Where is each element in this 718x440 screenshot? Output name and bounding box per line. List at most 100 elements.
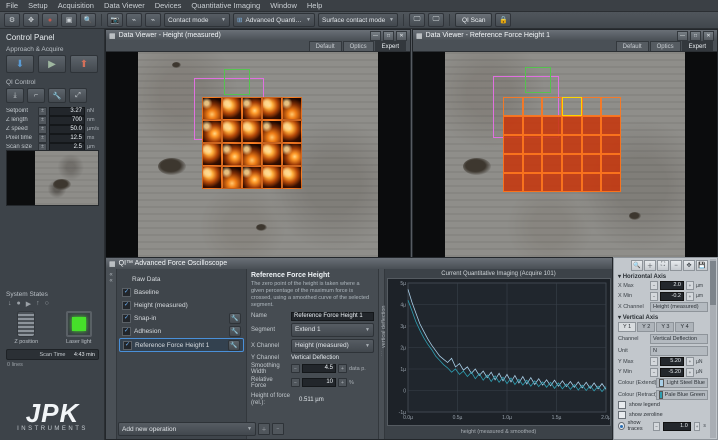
reference-tile[interactable] xyxy=(523,154,543,173)
reference-tile[interactable] xyxy=(582,154,602,173)
reference-tile[interactable] xyxy=(582,135,602,154)
channel-checkbox[interactable]: ✓ xyxy=(122,301,131,310)
menu-item-acquisition[interactable]: Acquisition xyxy=(58,1,94,10)
reference-region-outline[interactable] xyxy=(224,69,250,95)
increment-button[interactable]: + xyxy=(338,364,347,373)
reference-tile[interactable] xyxy=(542,116,562,135)
reference-tile[interactable] xyxy=(503,97,523,116)
viewer-titlebar[interactable]: ▦ Data Viewer - Height (measured) — □ ✕ xyxy=(106,30,410,41)
pan-icon[interactable]: ✥ xyxy=(683,260,695,271)
decrement-button[interactable]: − xyxy=(650,357,658,366)
y-max-input[interactable]: 5.20 xyxy=(660,357,684,366)
viewer-tab-expert[interactable]: Expert xyxy=(375,41,406,51)
relative-force-input[interactable]: 10 xyxy=(302,378,336,387)
unit-select[interactable]: N xyxy=(650,346,708,356)
stepper-button[interactable]: ± xyxy=(38,125,47,134)
monitor-a-icon[interactable]: 🖵 xyxy=(409,13,425,27)
reference-tile[interactable] xyxy=(601,135,621,154)
channel-row[interactable]: ✓Height (measured) xyxy=(119,299,244,311)
viewer-tab-optics[interactable]: Optics xyxy=(343,41,374,51)
zoom-out-icon[interactable]: − xyxy=(670,260,682,271)
y-axis-tab[interactable]: Y 1 xyxy=(618,322,636,332)
mini-stop-icon[interactable]: ● xyxy=(17,300,21,308)
reference-tile[interactable] xyxy=(562,154,582,173)
qi-adjust-icon[interactable]: 🔧 xyxy=(48,88,66,103)
extend-colour-select[interactable]: Light Steel Blue xyxy=(656,378,708,388)
reference-tile[interactable] xyxy=(582,116,602,135)
qi-region-icon[interactable]: ⌐ xyxy=(27,88,45,103)
stepper-button[interactable]: ± xyxy=(38,107,47,116)
height-tile[interactable] xyxy=(262,97,282,120)
x-min-input[interactable]: -0.2 xyxy=(660,292,684,301)
increment-button[interactable]: + xyxy=(338,378,347,387)
reference-tile[interactable] xyxy=(523,97,543,116)
selected-tile-highlight[interactable] xyxy=(562,97,582,116)
menu-item-file[interactable]: File xyxy=(6,1,18,10)
y-axis-tab[interactable]: Y 4 xyxy=(675,322,693,332)
y-axis-tab[interactable]: Y 2 xyxy=(637,322,655,332)
show-legend-checkbox[interactable] xyxy=(618,401,626,409)
retract-button[interactable]: ⬆ xyxy=(70,55,98,73)
qi-path-icon[interactable]: ⤓ xyxy=(6,88,24,103)
parameter-value-input[interactable]: 50.0 xyxy=(49,125,85,134)
height-tile[interactable] xyxy=(282,166,302,189)
height-tile[interactable] xyxy=(242,143,262,166)
stepper-button[interactable]: ± xyxy=(38,116,47,125)
decrement-button[interactable]: − xyxy=(650,368,658,377)
reference-tile[interactable] xyxy=(542,173,562,192)
apply-operation-button[interactable]: ＋ xyxy=(258,423,270,435)
menu-item-setup[interactable]: Setup xyxy=(28,1,48,10)
height-tile[interactable] xyxy=(222,120,242,143)
settings-scrollbar[interactable] xyxy=(710,259,716,438)
height-tile[interactable] xyxy=(242,97,262,120)
menu-item-window[interactable]: Window xyxy=(270,1,297,10)
reference-tile[interactable] xyxy=(601,173,621,192)
y-axis-tab[interactable]: Y 3 xyxy=(656,322,674,332)
decrement-button[interactable]: − xyxy=(291,364,300,373)
channel-row[interactable]: ✓Snap-in🔧 xyxy=(119,312,244,324)
x-max-input[interactable]: 2.0 xyxy=(660,281,684,290)
x-channel-select[interactable]: Height (measured)▼ xyxy=(291,339,374,353)
increment-button[interactable]: + xyxy=(686,357,694,366)
height-tile[interactable] xyxy=(262,120,282,143)
zoom-tool-icon[interactable]: 🔍 xyxy=(80,13,96,27)
parameter-value-input[interactable]: 3.27 xyxy=(49,107,85,116)
menu-item-help[interactable]: Help xyxy=(307,1,322,10)
channel-row[interactable]: ✓Adhesion🔧 xyxy=(119,325,244,337)
height-tile[interactable] xyxy=(202,97,222,120)
reference-tile[interactable] xyxy=(503,135,523,154)
close-button[interactable]: ✕ xyxy=(396,31,407,41)
experiment-select[interactable]: ⊞ Advanced Quantitative Imaging ▼ xyxy=(233,13,315,27)
lock-icon[interactable]: 🔒 xyxy=(495,13,511,27)
run-button[interactable]: ▶ xyxy=(38,55,66,73)
reference-tile[interactable] xyxy=(503,173,523,192)
channel-row[interactable]: ✓Baseline xyxy=(119,286,244,298)
decrement-button[interactable]: − xyxy=(653,422,660,431)
optical-view-reference[interactable] xyxy=(413,52,717,257)
mini-idle-icon[interactable]: ○ xyxy=(45,300,49,308)
add-operation-select[interactable]: Add new operation▼ xyxy=(118,422,256,436)
reference-tile[interactable] xyxy=(582,97,602,116)
channel-row[interactable]: Raw Data xyxy=(119,273,244,285)
height-tile[interactable] xyxy=(202,166,222,189)
parameter-value-input[interactable]: 700 xyxy=(49,116,85,125)
save-plot-icon[interactable]: 💾 xyxy=(696,260,708,271)
qi-height-tile-grid[interactable] xyxy=(202,97,302,189)
reference-region-outline[interactable] xyxy=(525,67,551,93)
reference-tile[interactable] xyxy=(582,173,602,192)
probe-alt-icon[interactable]: ⌁ xyxy=(145,13,161,27)
zoom-icon[interactable]: 🔍 xyxy=(631,260,643,271)
qi-export-icon[interactable]: ⤢ xyxy=(69,88,87,103)
reference-tile[interactable] xyxy=(542,97,562,116)
record-icon[interactable]: ● xyxy=(42,13,58,27)
height-tile[interactable] xyxy=(222,166,242,189)
height-tile[interactable] xyxy=(242,166,262,189)
segment-select[interactable]: Extend 1▼ xyxy=(291,323,374,337)
viewer-tab-expert[interactable]: Expert xyxy=(682,41,713,51)
mini-up-icon[interactable]: ↑ xyxy=(36,300,40,308)
image-capture-icon[interactable]: ▣ xyxy=(61,13,77,27)
height-tile[interactable] xyxy=(282,97,302,120)
probe-icon[interactable]: ⌁ xyxy=(126,13,142,27)
close-button[interactable]: ✕ xyxy=(703,31,714,41)
increment-button[interactable]: + xyxy=(694,422,701,431)
